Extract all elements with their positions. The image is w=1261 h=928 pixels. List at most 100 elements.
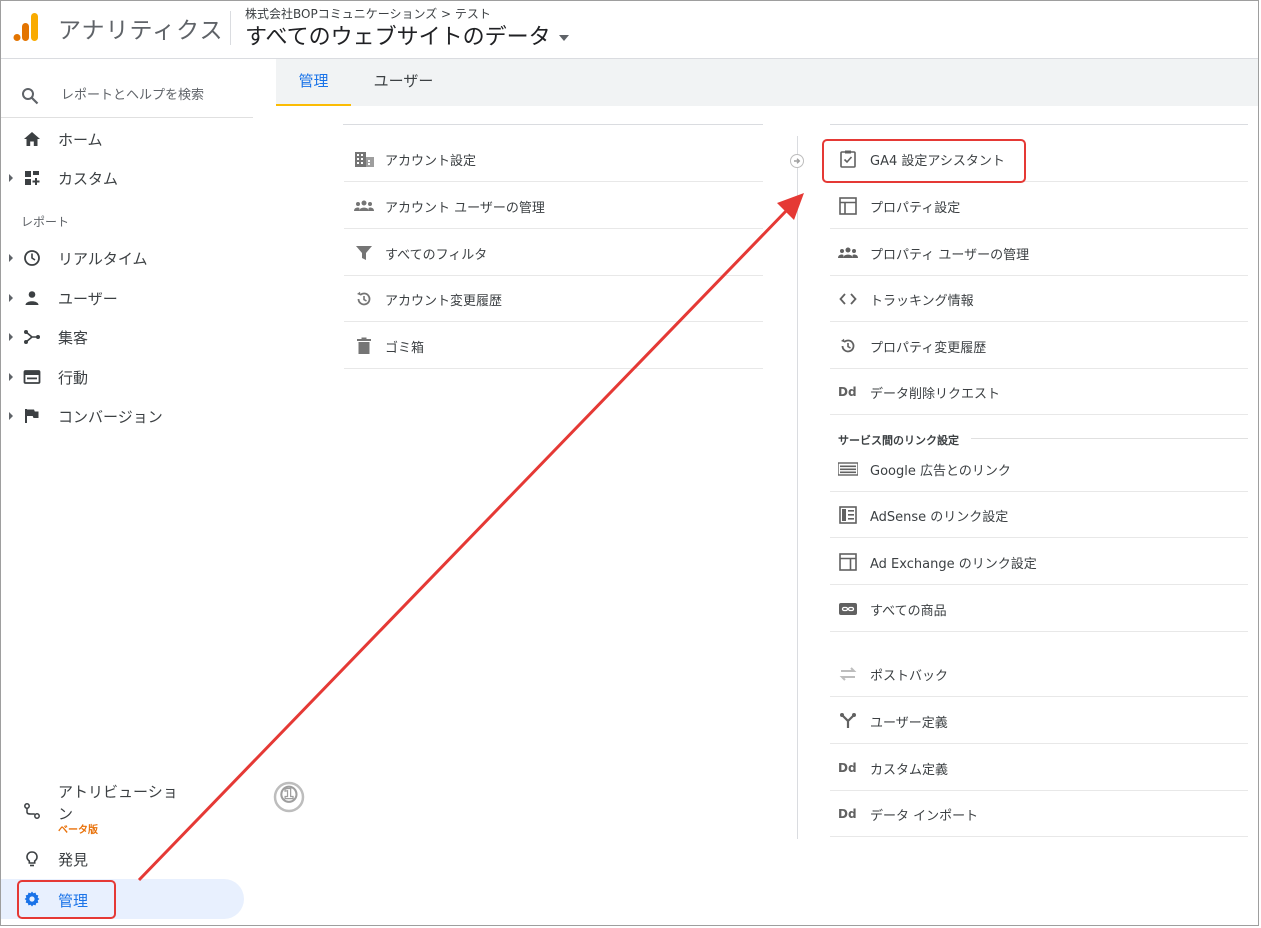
section-divider — [971, 438, 1248, 439]
sidebar-item-realtime[interactable]: リアルタイム — [1, 242, 253, 274]
lightbulb-icon — [26, 851, 38, 867]
sidebar-item-label: ホーム — [58, 131, 103, 149]
dashboard-icon — [25, 171, 40, 185]
adexchange-icon — [839, 553, 857, 571]
row-label: ポストバック — [870, 669, 949, 684]
account-change-history-row[interactable]: アカウント変更履歴 — [344, 276, 763, 322]
user-definitions-row[interactable]: ユーザー定義 — [830, 698, 1248, 744]
people-icon — [354, 200, 374, 211]
reports-section-label: レポート — [21, 215, 70, 229]
property-column-top-line — [830, 124, 1248, 125]
account-settings-row[interactable]: アカウント設定 — [344, 136, 763, 182]
tab-user[interactable]: ユーザー — [361, 59, 446, 106]
sidebar-item-label: 発見 — [58, 851, 89, 869]
sidebar-item-label: ユーザー — [58, 290, 118, 308]
search-input[interactable] — [61, 85, 241, 105]
ga4-highlight-box — [822, 139, 1026, 183]
row-label: Ad Exchange のリンク設定 — [870, 557, 1037, 572]
history-icon — [357, 291, 371, 306]
column-divider — [797, 136, 798, 839]
row-label: プロパティ ユーザーの管理 — [870, 248, 1030, 263]
app-window: アナリティクス 株式会社BOPコミュニケーションズ > テスト すべてのウェブサ… — [0, 0, 1259, 926]
row-label: データ インポート — [870, 809, 979, 824]
history-icon — [841, 338, 855, 353]
building-icon — [355, 152, 374, 167]
expand-arrow-icon[interactable] — [9, 174, 13, 182]
ad-exchange-link-row[interactable]: Ad Exchange のリンク設定 — [830, 539, 1248, 585]
sidebar-item-discover[interactable]: 発見 — [1, 843, 253, 875]
app-title: アナリティクス — [58, 18, 224, 44]
step-number-badge: ① — [272, 780, 306, 814]
top-header: アナリティクス 株式会社BOPコミュニケーションズ > テスト すべてのウェブサ… — [1, 1, 1258, 59]
admin-main: 管理 ユーザー アカウント設定 アカウント ユーザーの管理 すべてのフィルタ ア… — [276, 59, 1258, 913]
view-selector[interactable]: すべてのウェブサイトのデータ — [245, 19, 569, 51]
trash-icon — [357, 337, 371, 354]
behavior-icon — [23, 370, 41, 384]
row-label: ユーザー定義 — [870, 716, 948, 731]
clock-icon — [24, 250, 40, 266]
expand-arrow-icon[interactable] — [9, 333, 13, 341]
sidebar-item-conversions[interactable]: コンバージョン — [1, 400, 253, 432]
dd-icon: Dd — [838, 807, 857, 821]
analytics-logo-icon[interactable] — [13, 11, 39, 43]
sidebar-item-label: アトリビューション — [58, 783, 178, 823]
sidebar-item-label: リアルタイム — [58, 250, 148, 268]
search-icon — [22, 88, 39, 105]
property-user-management-row[interactable]: プロパティ ユーザーの管理 — [830, 230, 1248, 276]
fork-icon — [840, 713, 856, 728]
row-label: プロパティ変更履歴 — [870, 341, 987, 356]
attribution-icon — [24, 803, 40, 819]
custom-definitions-row[interactable]: Dd カスタム定義 — [830, 745, 1248, 791]
admin-panel: アカウント設定 アカウント ユーザーの管理 すべてのフィルタ アカウント変更履歴… — [276, 106, 1258, 913]
tab-admin[interactable]: 管理 — [276, 59, 351, 106]
acquisition-icon — [24, 330, 40, 344]
expand-arrow-icon[interactable] — [9, 254, 13, 262]
step-number: ① — [279, 782, 299, 808]
row-label: ゴミ箱 — [385, 341, 425, 356]
code-icon — [839, 293, 857, 305]
property-change-history-row[interactable]: プロパティ変更履歴 — [830, 323, 1248, 369]
sidebar-item-behavior[interactable]: 行動 — [1, 361, 253, 393]
postback-icon — [839, 667, 857, 681]
adsense-link-row[interactable]: AdSense のリンク設定 — [830, 492, 1248, 538]
left-sidebar: ホーム カスタム レポート リアルタイム ユーザー 集客 行動 — [1, 59, 275, 925]
header-divider — [230, 11, 231, 45]
sidebar-item-audience[interactable]: ユーザー — [1, 282, 253, 314]
dd-icon: Dd — [838, 761, 857, 775]
row-label: Google 広告とのリンク — [870, 464, 1011, 479]
trash-row[interactable]: ゴミ箱 — [344, 323, 763, 369]
ads-icon — [838, 462, 858, 476]
row-label: アカウント設定 — [385, 154, 477, 169]
link-icon — [839, 603, 857, 615]
sidebar-item-label: 行動 — [58, 369, 89, 387]
postback-row[interactable]: ポストバック — [830, 651, 1248, 697]
sidebar-item-label: コンバージョン — [58, 408, 163, 426]
beta-badge: ベータ版 — [58, 825, 98, 836]
admin-highlight-box — [17, 880, 116, 919]
arrow-right-circle-icon — [790, 154, 804, 168]
sidebar-item-attribution[interactable]: アトリビューション — [1, 779, 253, 829]
expand-arrow-icon[interactable] — [9, 373, 13, 381]
filter-icon — [356, 246, 372, 260]
tracking-info-row[interactable]: トラッキング情報 — [830, 276, 1248, 322]
expand-arrow-icon[interactable] — [9, 412, 13, 420]
all-filters-row[interactable]: すべてのフィルタ — [344, 230, 763, 276]
search-row — [1, 67, 253, 118]
layout-icon — [839, 197, 857, 215]
sidebar-item-label: カスタム — [58, 170, 119, 188]
account-user-management-row[interactable]: アカウント ユーザーの管理 — [344, 183, 763, 229]
row-label: プロパティ設定 — [870, 201, 961, 216]
all-products-row[interactable]: すべての商品 — [830, 586, 1248, 632]
data-deletion-request-row[interactable]: Dd データ削除リクエスト — [830, 369, 1248, 415]
expand-arrow-icon[interactable] — [9, 294, 13, 302]
data-import-row[interactable]: Dd データ インポート — [830, 791, 1248, 837]
people-icon — [838, 247, 858, 258]
sidebar-item-home[interactable]: ホーム — [1, 123, 253, 155]
sidebar-item-acquisition[interactable]: 集客 — [1, 321, 253, 353]
sidebar-item-custom[interactable]: カスタム — [1, 162, 253, 194]
flag-icon — [25, 409, 39, 423]
google-ads-link-row[interactable]: Google 広告とのリンク — [830, 446, 1248, 492]
property-settings-row[interactable]: プロパティ設定 — [830, 183, 1248, 229]
row-label: すべてのフィルタ — [385, 248, 488, 263]
row-label: すべての商品 — [870, 604, 947, 619]
